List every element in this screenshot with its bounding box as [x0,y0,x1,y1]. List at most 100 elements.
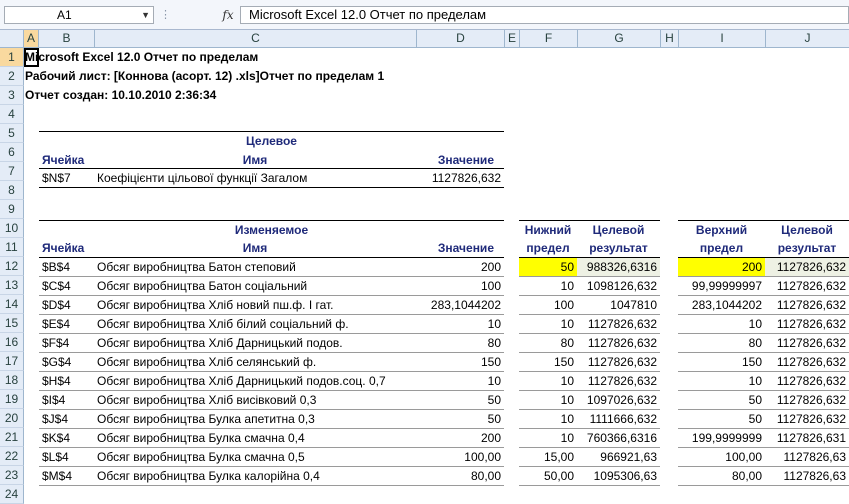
var-upper-result[interactable]: 1127826,632 [765,372,849,391]
row-header-11[interactable]: 11 [0,238,24,257]
var-cell-ref[interactable]: $M$4 [42,467,72,486]
var-lower-result[interactable]: 1127826,632 [577,334,660,353]
var-cell-ref[interactable]: $E$4 [42,315,70,334]
upper-limit-header-line1[interactable]: Верхний [678,221,765,240]
var-upper-limit[interactable]: 80 [678,334,765,353]
var-lower-limit[interactable]: 50 [519,258,577,277]
var-lower-result[interactable]: 988326,6316 [577,258,660,277]
var-name[interactable]: Обсяг виробництва Хліб Дарницький подов. [97,334,343,353]
target-cell-ref[interactable]: $N$7 [42,169,71,188]
row-header-22[interactable]: 22 [0,447,24,466]
var-lower-limit[interactable]: 150 [519,353,577,372]
var-cell-ref[interactable]: $H$4 [42,372,71,391]
var-lower-result[interactable]: 1127826,632 [577,315,660,334]
row-header-20[interactable]: 20 [0,409,24,428]
row-header-7[interactable]: 7 [0,162,24,181]
row-header-24[interactable]: 24 [0,485,24,504]
var-cell-ref[interactable]: $F$4 [42,334,69,353]
column-header-d[interactable]: D [417,30,505,48]
column-header-i[interactable]: I [679,30,766,48]
row-header-17[interactable]: 17 [0,352,24,371]
var-lower-limit[interactable]: 80 [519,334,577,353]
var-name[interactable]: Обсяг виробництва Хліб висівковий 0,3 [97,391,316,410]
var-upper-limit[interactable]: 50 [678,391,765,410]
var-value[interactable]: 50 [416,410,504,429]
row-header-12[interactable]: 12 [0,257,24,276]
variables-col-name[interactable]: Имя [94,239,416,258]
var-cell-ref[interactable]: $D$4 [42,296,71,315]
var-name[interactable]: Обсяг виробництва Булка смачна 0,5 [97,448,305,467]
variables-col-value[interactable]: Значение [416,239,497,258]
var-upper-limit[interactable]: 10 [678,372,765,391]
row-header-16[interactable]: 16 [0,333,24,352]
var-lower-limit[interactable]: 100 [519,296,577,315]
row-header-9[interactable]: 9 [0,200,24,219]
row-header-13[interactable]: 13 [0,276,24,295]
var-upper-limit[interactable]: 150 [678,353,765,372]
var-lower-limit[interactable]: 10 [519,372,577,391]
name-box[interactable]: A1 ▼ [4,6,154,24]
row-header-15[interactable]: 15 [0,314,24,333]
column-header-b[interactable]: B [39,30,95,48]
row-header-4[interactable]: 4 [0,105,24,124]
row-header-1[interactable]: 1 [0,48,24,67]
var-lower-result[interactable]: 966921,63 [577,448,660,467]
row-header-10[interactable]: 10 [0,219,24,238]
upper-limit-header-line2[interactable]: предел [678,239,765,258]
var-lower-limit[interactable]: 50,00 [519,467,577,486]
var-value[interactable]: 10 [416,315,504,334]
var-lower-result[interactable]: 1097026,632 [577,391,660,410]
var-name[interactable]: Обсяг виробництва Хліб Дарницький подов.… [97,372,386,391]
var-name[interactable]: Обсяг виробництва Батон соціальний [97,277,307,296]
column-header-g[interactable]: G [578,30,661,48]
row-header-21[interactable]: 21 [0,428,24,447]
var-name[interactable]: Обсяг виробництва Булка апетитна 0,3 [97,410,315,429]
var-value[interactable]: 80,00 [416,467,504,486]
var-upper-result[interactable]: 1127826,632 [765,410,849,429]
report-created[interactable]: Отчет создан: 10.10.2010 2:36:34 [25,86,216,105]
var-lower-limit[interactable]: 10 [519,315,577,334]
row-header-5[interactable]: 5 [0,124,24,143]
var-cell-ref[interactable]: $G$4 [42,353,71,372]
var-upper-limit[interactable]: 50 [678,410,765,429]
var-lower-result[interactable]: 1095306,63 [577,467,660,486]
var-upper-result[interactable]: 1127826,632 [765,391,849,410]
var-value[interactable]: 10 [416,372,504,391]
var-upper-limit[interactable]: 80,00 [678,467,765,486]
report-sheet[interactable]: Рабочий лист: [Коннова (асорт. 12) .xls]… [25,67,384,86]
select-all-corner[interactable] [0,30,24,48]
row-header-6[interactable]: 6 [0,143,24,162]
column-header-j[interactable]: J [766,30,849,48]
var-name[interactable]: Обсяг виробництва Хліб білий соціальний … [97,315,349,334]
var-cell-ref[interactable]: $B$4 [42,258,70,277]
report-title[interactable]: Microsoft Excel 12.0 Отчет по пределам [25,48,258,67]
var-value[interactable]: 100,00 [416,448,504,467]
row-header-3[interactable]: 3 [0,86,24,105]
target-group-header[interactable]: Целевое [39,132,504,151]
var-lower-limit[interactable]: 15,00 [519,448,577,467]
var-value[interactable]: 50 [416,391,504,410]
var-lower-result[interactable]: 1098126,632 [577,277,660,296]
var-upper-result[interactable]: 1127826,63 [765,448,849,467]
var-upper-result[interactable]: 1127826,632 [765,334,849,353]
var-lower-result[interactable]: 1047810 [577,296,660,315]
var-upper-result[interactable]: 1127826,632 [765,315,849,334]
var-cell-ref[interactable]: $C$4 [42,277,71,296]
upper-result-header-line2[interactable]: результат [765,239,849,258]
var-lower-result[interactable]: 1127826,632 [577,353,660,372]
column-header-e[interactable]: E [505,30,520,48]
var-upper-limit[interactable]: 99,99999997 [678,277,765,296]
var-upper-result[interactable]: 1127826,632 [765,258,849,277]
variables-group-header[interactable]: Изменяемое [39,221,504,240]
column-header-f[interactable]: F [520,30,578,48]
var-value[interactable]: 80 [416,334,504,353]
row-header-23[interactable]: 23 [0,466,24,485]
lower-result-header-line1[interactable]: Целевой [577,221,660,240]
chevron-down-icon[interactable]: ▼ [141,7,150,23]
var-value[interactable]: 283,1044202 [416,296,504,315]
column-header-h[interactable]: H [661,30,679,48]
lower-limit-header-line2[interactable]: предел [519,239,577,258]
var-lower-result[interactable]: 1127826,632 [577,372,660,391]
var-lower-result[interactable]: 1111666,632 [577,410,660,429]
var-upper-limit[interactable]: 283,1044202 [678,296,765,315]
